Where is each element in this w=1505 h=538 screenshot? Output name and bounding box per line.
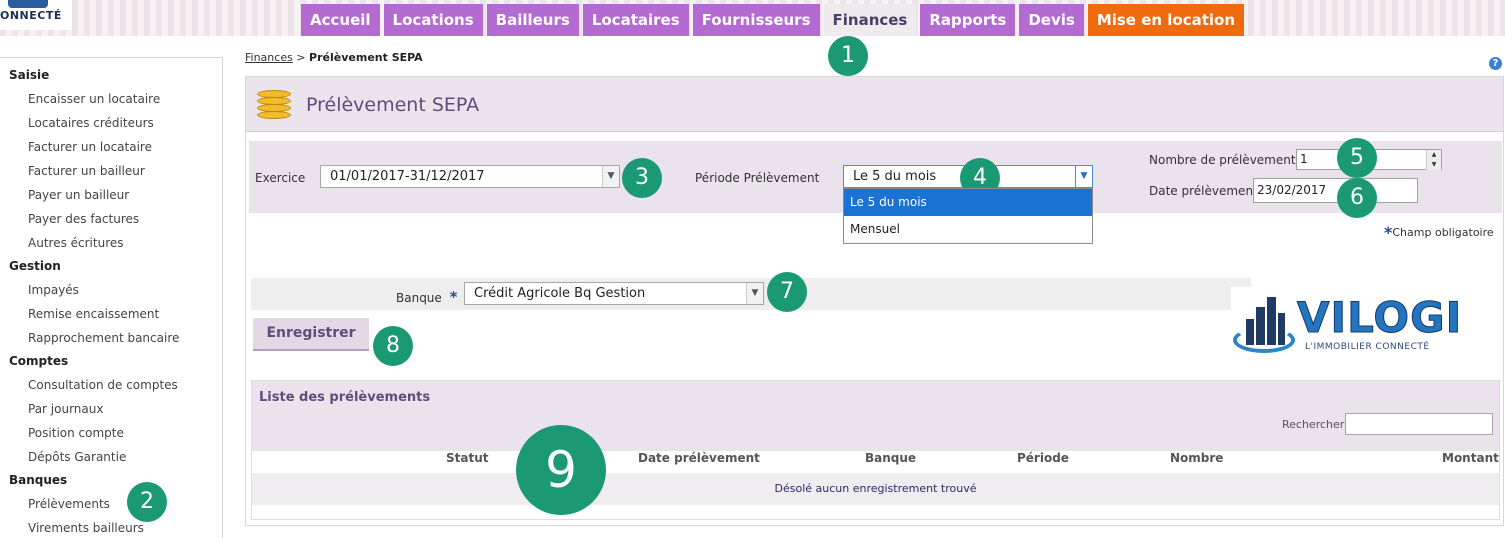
step-badge-8: 8 xyxy=(373,326,413,366)
tab-fournisseurs[interactable]: Fournisseurs xyxy=(692,4,820,36)
main-nav: Accueil Locations Bailleurs Locataires F… xyxy=(301,4,1245,36)
sidebar: Saisie Encaisser un locataire Locataires… xyxy=(0,57,223,538)
list-header: Liste des prélèvements Rechercher xyxy=(252,381,1499,451)
sidebar-item-facturer-locataire[interactable]: Facturer un locataire xyxy=(0,135,222,159)
step-badge-9: 9 xyxy=(516,425,606,515)
sidebar-item-rapprochement-bancaire[interactable]: Rapprochement bancaire xyxy=(0,326,222,350)
periode-label: Période Prélèvement xyxy=(695,171,820,185)
periode-value: Le 5 du mois xyxy=(853,169,937,184)
sidebar-item-depots-garantie[interactable]: Dépôts Garantie xyxy=(0,445,222,469)
banque-required-star: * xyxy=(449,288,458,306)
empty-message: Désolé aucun enregistrement trouvé xyxy=(252,473,1499,505)
column-periode[interactable]: Période xyxy=(1017,451,1069,473)
sidebar-section-saisie: Saisie xyxy=(9,68,50,82)
sidebar-item-virements-bailleurs[interactable]: Virements bailleurs xyxy=(0,516,222,538)
step-badge-1: 1 xyxy=(828,36,868,76)
top-header: ONNECTÉ Accueil Locations Bailleurs Loca… xyxy=(0,0,1505,36)
banque-value: Crédit Agricole Bq Gestion xyxy=(474,286,646,301)
sidebar-item-consultation-comptes[interactable]: Consultation de comptes xyxy=(0,373,222,397)
chevron-down-icon: ▼ xyxy=(746,283,763,304)
list-title: Liste des prélèvements xyxy=(259,390,431,405)
vilogi-logo: VILOGI L'IMMOBILIER CONNECTÉ xyxy=(1231,287,1476,359)
tab-locataires[interactable]: Locataires xyxy=(582,4,689,36)
step-badge-2: 2 xyxy=(127,482,167,522)
tab-devis[interactable]: Devis xyxy=(1019,4,1084,36)
column-nombre[interactable]: Nombre xyxy=(1170,451,1223,473)
tab-accueil[interactable]: Accueil xyxy=(301,4,380,36)
date-input[interactable]: 23/02/2017 xyxy=(1253,178,1418,203)
banque-label: Banque * xyxy=(396,288,458,306)
search-input[interactable] xyxy=(1345,413,1493,435)
sidebar-item-prelevements[interactable]: Prélèvements xyxy=(0,492,222,516)
step-badge-7: 7 xyxy=(767,272,807,312)
exercice-value: 01/01/2017-31/12/2017 xyxy=(330,169,485,184)
chevron-down-icon: ▼ xyxy=(602,166,619,187)
page-title: Prélèvement SEPA xyxy=(306,94,480,116)
date-label: Date prélèvement xyxy=(1149,184,1258,198)
brand-name: VILOGI xyxy=(1296,293,1463,343)
stepper-up-icon[interactable]: ▲ xyxy=(1427,150,1441,160)
breadcrumb-separator: > xyxy=(296,51,306,64)
sidebar-item-locataires-crediteurs[interactable]: Locataires créditeurs xyxy=(0,111,222,135)
column-statut[interactable]: Statut xyxy=(446,451,489,473)
nombre-label: Nombre de prélèvements xyxy=(1149,153,1302,167)
breadcrumb-finances-link[interactable]: Finances xyxy=(245,51,293,64)
main-panel: Prélèvement SEPA Exercice 01/01/2017-31/… xyxy=(245,76,1504,526)
banque-select[interactable]: Crédit Agricole Bq Gestion ▼ xyxy=(464,282,764,305)
column-montant[interactable]: Montant xyxy=(1442,451,1499,473)
periode-option-le-5[interactable]: Le 5 du mois xyxy=(844,189,1092,216)
sidebar-item-position-compte[interactable]: Position compte xyxy=(0,421,222,445)
step-badge-6: 6 xyxy=(1337,178,1377,218)
save-button[interactable]: Enregistrer xyxy=(253,318,369,351)
sidebar-item-remise-encaissement[interactable]: Remise encaissement xyxy=(0,302,222,326)
title-bar: Prélèvement SEPA xyxy=(246,77,1503,132)
sidebar-item-impayes[interactable]: Impayés xyxy=(0,278,222,302)
search-label: Rechercher xyxy=(1282,418,1345,431)
sidebar-item-autres-ecritures[interactable]: Autres écritures xyxy=(0,231,222,255)
app-logo[interactable]: ONNECTÉ xyxy=(0,0,72,30)
sidebar-section-gestion: Gestion xyxy=(9,259,61,273)
logo-text: ONNECTÉ xyxy=(0,9,62,22)
nombre-value: 1 xyxy=(1300,152,1308,166)
sidebar-item-facturer-bailleur[interactable]: Facturer un bailleur xyxy=(0,159,222,183)
periode-option-mensuel[interactable]: Mensuel xyxy=(844,216,1092,243)
periode-dropdown: Le 5 du mois Mensuel xyxy=(843,188,1093,244)
tab-mise-en-location[interactable]: Mise en location xyxy=(1087,4,1245,36)
coins-icon xyxy=(256,89,292,121)
step-badge-5: 5 xyxy=(1337,138,1377,178)
sidebar-item-payer-bailleur[interactable]: Payer un bailleur xyxy=(0,183,222,207)
brand-tagline: L'IMMOBILIER CONNECTÉ xyxy=(1305,342,1430,352)
sidebar-section-comptes: Comptes xyxy=(9,354,69,368)
breadcrumb: Finances > Prélèvement SEPA xyxy=(245,51,423,64)
breadcrumb-current: Prélèvement SEPA xyxy=(309,51,423,64)
tab-rapports[interactable]: Rapports xyxy=(920,4,1016,36)
chevron-down-icon: ▼ xyxy=(1075,166,1092,187)
help-icon[interactable]: ? xyxy=(1489,57,1502,70)
exercice-label: Exercice xyxy=(255,171,306,185)
sidebar-item-par-journaux[interactable]: Par journaux xyxy=(0,397,222,421)
sidebar-item-encaisser-locataire[interactable]: Encaisser un locataire xyxy=(0,87,222,111)
column-date-prelevement[interactable]: Date prélèvement xyxy=(638,451,760,473)
tab-finances[interactable]: Finances xyxy=(823,4,917,36)
step-badge-3: 3 xyxy=(622,158,662,198)
exercice-select[interactable]: 01/01/2017-31/12/2017 ▼ xyxy=(320,165,620,188)
date-value: 23/02/2017 xyxy=(1257,183,1327,197)
sidebar-section-banques: Banques xyxy=(9,473,68,487)
required-note: *Champ obligatoire xyxy=(1384,223,1494,242)
sidebar-item-payer-factures[interactable]: Payer des factures xyxy=(0,207,222,231)
stepper-down-icon[interactable]: ▼ xyxy=(1427,160,1441,170)
tab-bailleurs[interactable]: Bailleurs xyxy=(486,4,579,36)
bank-form: Banque * Crédit Agricole Bq Gestion ▼ xyxy=(251,278,1251,310)
prelevements-list: Liste des prélèvements Rechercher Statut… xyxy=(251,380,1500,520)
tab-locations[interactable]: Locations xyxy=(383,4,483,36)
column-banque[interactable]: Banque xyxy=(865,451,916,473)
